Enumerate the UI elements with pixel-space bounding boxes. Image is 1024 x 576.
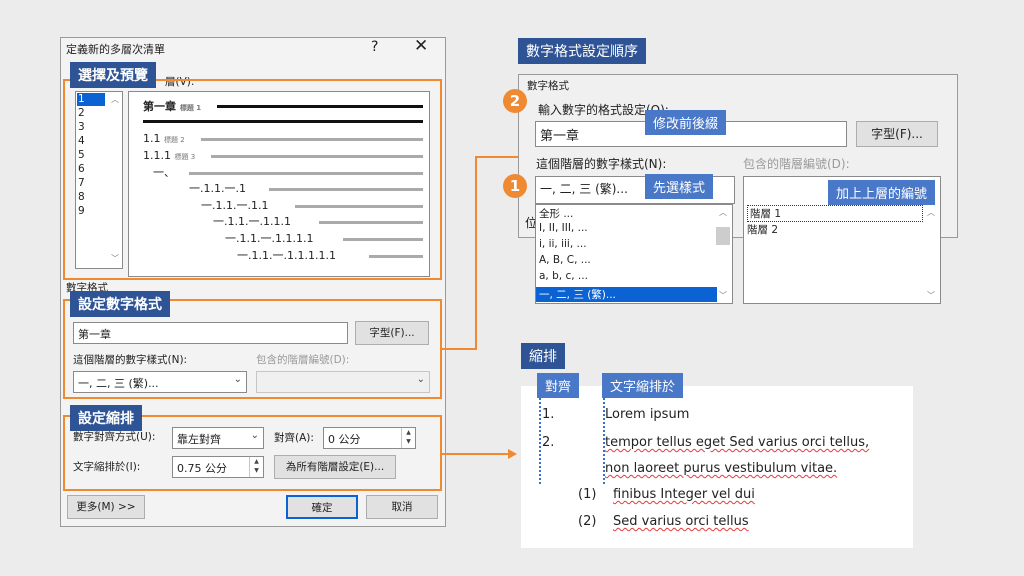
style-dropdown-list[interactable]: 全形 ... I, II, III, ... i, ii, iii, ... A… [535, 204, 733, 304]
list-text: tempor tellus eget Sed varius orci tellu… [605, 435, 870, 450]
tag-indent: 文字縮排於 [602, 373, 684, 398]
list-item[interactable]: 全形 ... [539, 206, 573, 221]
list-item[interactable]: i, ii, iii, ... [539, 238, 587, 250]
tag-align: 對齊 [537, 373, 580, 398]
scroll-up-icon[interactable]: ︿ [923, 207, 939, 218]
font-button-large[interactable]: 字型(F)... [856, 121, 938, 147]
list-item[interactable]: 階層 1 [747, 205, 923, 222]
list-item[interactable]: A, B, C, ... [539, 254, 591, 266]
indent-title: 縮排 [521, 343, 565, 369]
group-caption: 數字格式 [527, 80, 569, 92]
step-1-badge: 1 [503, 174, 527, 198]
list-number: 2. [542, 435, 555, 450]
list-text: finibus Integer vel dui [613, 487, 755, 502]
list-number: 1. [542, 407, 555, 422]
list-text: Lorem ipsum [605, 407, 690, 422]
style-label-large: 這個階層的數字樣式(N): [536, 157, 667, 171]
list-item[interactable]: I, II, III, ... [539, 222, 588, 234]
scroll-up-icon[interactable]: ︿ [715, 207, 731, 218]
list-item[interactable]: a, b, c, ... [539, 270, 588, 282]
scroll-down-icon[interactable]: ﹀ [715, 290, 731, 301]
scroll-thumb[interactable] [716, 227, 730, 245]
align-guide [539, 398, 541, 484]
callout-style: 先選樣式 [645, 174, 714, 199]
list-text: Sed varius orci tellus [613, 514, 749, 529]
arrowhead-icon [508, 449, 517, 459]
list-item[interactable]: 階層 2 [747, 222, 778, 237]
include-label-large: 包含的階層編號(D): [743, 157, 850, 171]
list-number: (2) [578, 514, 597, 529]
order-title: 數字格式設定順序 [518, 38, 646, 64]
scroll-down-icon[interactable]: ﹀ [923, 290, 939, 301]
list-item-selected[interactable]: 一, 二, 三 (繁)... [536, 287, 717, 302]
step-2-badge: 2 [503, 89, 527, 113]
callout-prefix: 修改前後綴 [645, 110, 727, 135]
callout-include: 加上上層的編號 [828, 180, 936, 205]
list-text: non laoreet purus vestibulum vitae. [605, 461, 838, 476]
list-number: (1) [578, 487, 597, 502]
